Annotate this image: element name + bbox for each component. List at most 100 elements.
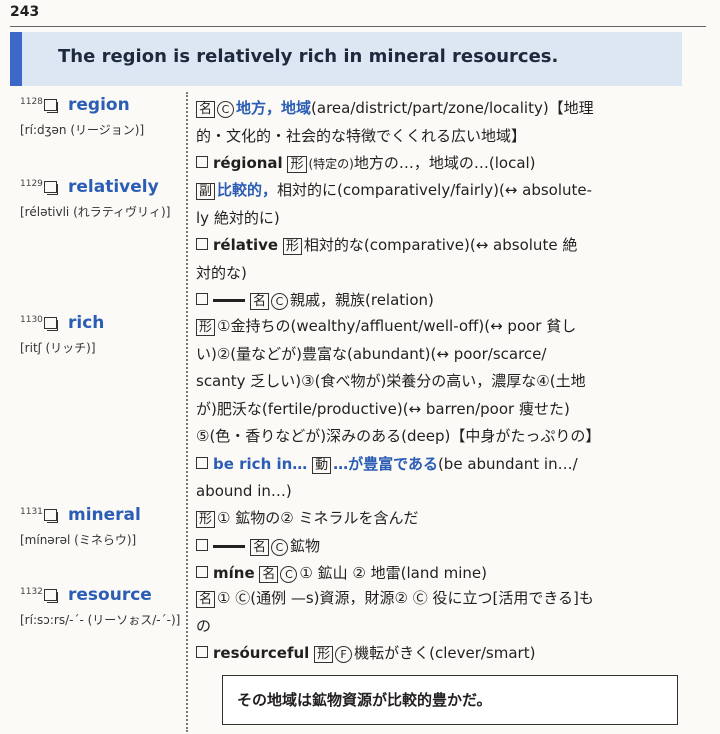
definition-line: 名 C 地方，地域(area/district/part/zone/locality… bbox=[196, 95, 676, 123]
definition-line: scanty 乏しい)③(食べ物が)栄養分の高い，濃厚な④(土地 bbox=[196, 368, 676, 396]
phrase: be rich in… bbox=[213, 454, 308, 473]
definition-text: 地方の…，地域の…(local) bbox=[353, 154, 536, 172]
definition-text: abound in…) bbox=[196, 482, 292, 500]
pronunciation: [rélətivli (れラティヴリィ)] bbox=[20, 205, 171, 219]
phrase-meaning: …が豊富である bbox=[333, 454, 438, 473]
checkbox-icon[interactable] bbox=[44, 317, 58, 331]
definitions: 名① Ⓒ(通例 —s)資源，財源② Ⓒ 役に立つ[活用できる]もの resóurc… bbox=[196, 585, 676, 668]
checkbox-icon[interactable] bbox=[44, 509, 58, 523]
entry-number: 1132 bbox=[20, 587, 43, 597]
definition-text: (area/district/part/zone/locality)【地理 bbox=[311, 99, 594, 117]
derived-word: rélative bbox=[213, 236, 279, 254]
definition-line: be rich in… 動 …が豊富である(be abundant in…/ bbox=[196, 451, 676, 479]
definition-line: míne 名C① 鉱山 ② 地雷(land mine) bbox=[196, 560, 676, 588]
pos-tag: 形 bbox=[282, 238, 302, 255]
definition-text: 相対的な(comparative)(↔ absolute 絶 bbox=[303, 236, 578, 254]
headword: region bbox=[68, 95, 130, 115]
pos-tag: 形 bbox=[196, 319, 216, 336]
definitions: 形 ①金持ちの(wealthy/affluent/well-off)(↔ poor… bbox=[196, 313, 676, 506]
definition-line: い)②(量などが)豊富な(abundant)(↔ poor/scarce/ bbox=[196, 341, 676, 369]
entry-number: 1131 bbox=[20, 507, 43, 517]
checkbox-icon[interactable] bbox=[44, 181, 58, 195]
definition-line: 形① 鉱物の② ミネラルを含んだ bbox=[196, 505, 676, 533]
checkbox-icon[interactable] bbox=[196, 293, 208, 305]
countable-tag: C bbox=[271, 293, 289, 310]
definition-text: 対的な) bbox=[196, 263, 247, 282]
definition-text: (be abundant in…/ bbox=[437, 454, 578, 473]
example-sentence: その地域は鉱物資源が比較的豊かだ。 bbox=[237, 691, 492, 709]
pos-tag: 名 bbox=[196, 101, 216, 118]
pos-tag: 動 bbox=[312, 456, 332, 474]
pos-tag: 形 bbox=[287, 156, 307, 173]
definition-text: 相対的に(comparatively/fairly)(↔ absolute- bbox=[277, 181, 593, 199]
header-rule bbox=[10, 26, 706, 27]
definitions: 名 C 地方，地域(area/district/part/zone/locality… bbox=[196, 95, 676, 179]
checkbox-icon[interactable] bbox=[196, 238, 208, 250]
main-meaning: 比較的， bbox=[217, 181, 278, 199]
pos-tag: 形 bbox=[196, 511, 216, 528]
definition-text: の bbox=[196, 616, 212, 635]
definition-line: が)肥沃な(fertile/productive)(↔ barren/poor … bbox=[196, 396, 676, 424]
checkbox-icon[interactable] bbox=[196, 156, 208, 168]
sentence-banner: The region is relatively rich in mineral… bbox=[10, 32, 682, 86]
headword: resource bbox=[68, 585, 152, 605]
pos-tag: 副 bbox=[196, 183, 216, 200]
headword: mineral bbox=[68, 505, 141, 525]
definition-text: ①金持ちの(wealthy/affluent/well-off)(↔ poor … bbox=[217, 317, 577, 335]
pronunciation: [ritʃ (リッチ)] bbox=[20, 341, 96, 355]
definition-text: い)②(量などが)豊富な(abundant)(↔ poor/scarce/ bbox=[196, 344, 547, 363]
checkbox-icon[interactable] bbox=[196, 538, 208, 551]
entry-number: 1129 bbox=[20, 179, 43, 189]
definition-text: ① 鉱山 ② 地雷(land mine) bbox=[299, 564, 487, 582]
usage-note: (特定の) bbox=[308, 157, 354, 171]
definition-text: ⑤(色・香りなどが)深みのある(deep)【中身がたっぷりの】 bbox=[196, 427, 601, 445]
pos-tag: 形 bbox=[314, 646, 334, 663]
definition-line: 対的な) bbox=[196, 260, 676, 288]
pronunciation: [rí:sɔ:rs/-ˊ- (リーソぉス/-ˊ-)] bbox=[20, 613, 181, 627]
headword: rich bbox=[68, 313, 105, 333]
derived-word: míne bbox=[213, 564, 255, 582]
countable-tag: C bbox=[280, 566, 298, 583]
definition-line: の bbox=[196, 613, 676, 641]
entry-number: 1128 bbox=[20, 97, 43, 107]
checkbox-icon[interactable] bbox=[44, 589, 58, 603]
definition-text: 親戚，親族(relation) bbox=[290, 291, 434, 309]
definition-line: abound in…) bbox=[196, 478, 676, 506]
checkbox-icon[interactable] bbox=[196, 566, 208, 578]
headword-dash bbox=[213, 299, 245, 302]
checkbox-icon[interactable] bbox=[44, 99, 58, 113]
headword: relatively bbox=[68, 177, 159, 197]
derived-word: resóurceful bbox=[213, 644, 310, 662]
main-meaning: 地方，地域 bbox=[236, 99, 312, 117]
definition-text: 的・文化的・社会的な特徴でくくれる広い地域】 bbox=[196, 126, 527, 145]
pronunciation: [mínərəl (ミネらウ)] bbox=[20, 533, 137, 547]
definition-line: régional 形 (特定の)地方の…，地域の…(local) bbox=[196, 150, 676, 179]
definition-line: 名 C 親戚，親族(relation) bbox=[196, 287, 676, 315]
definition-line: resóurceful 形 F 機転がきく(clever/smart) bbox=[196, 640, 676, 668]
definition-line: 的・文化的・社会的な特徴でくくれる広い地域】 bbox=[196, 123, 676, 151]
checkbox-icon[interactable] bbox=[196, 456, 208, 469]
definition-text: scanty 乏しい)③(食べ物が)栄養分の高い，濃厚な④(土地 bbox=[196, 372, 586, 390]
definition-line: rélative 形相対的な(comparative)(↔ absolute 絶 bbox=[196, 232, 676, 260]
definition-text: が)肥沃な(fertile/productive)(↔ barren/poor … bbox=[196, 399, 570, 418]
countable-tag: C bbox=[271, 538, 289, 556]
pos-tag: 名 bbox=[250, 293, 270, 310]
column-divider bbox=[186, 92, 188, 732]
definition-text: 鉱物 bbox=[290, 536, 321, 555]
example-sentence-box: その地域は鉱物資源が比較的豊かだ。 bbox=[222, 675, 678, 725]
definition-line: 形 ①金持ちの(wealthy/affluent/well-off)(↔ poor… bbox=[196, 313, 676, 341]
definition-text: ① Ⓒ(通例 —s)資源，財源② Ⓒ 役に立つ[活用できる]も bbox=[217, 589, 594, 607]
pos-tag: 名 bbox=[196, 591, 216, 608]
pos-tag: 名 bbox=[259, 566, 279, 583]
checkbox-icon[interactable] bbox=[196, 646, 208, 658]
definition-text: ly 絶対的に) bbox=[196, 208, 280, 227]
pronunciation: [rí:dʒən (リージョン)] bbox=[20, 123, 145, 137]
countable-tag: F bbox=[335, 646, 353, 663]
entry-number: 1130 bbox=[20, 315, 43, 325]
definition-line: 副比較的，相対的に(comparatively/fairly)(↔ absolu… bbox=[196, 177, 676, 205]
definition-line: ly 絶対的に) bbox=[196, 205, 676, 233]
page-number: 243 bbox=[10, 4, 40, 20]
definitions: 副比較的，相対的に(comparatively/fairly)(↔ absolu… bbox=[196, 177, 676, 315]
definition-text: 機転がきく(clever/smart) bbox=[354, 644, 536, 662]
definitions: 形① 鉱物の② ミネラルを含んだ名 C 鉱物 míne 名C① 鉱山 ② 地雷(lan… bbox=[196, 505, 676, 588]
